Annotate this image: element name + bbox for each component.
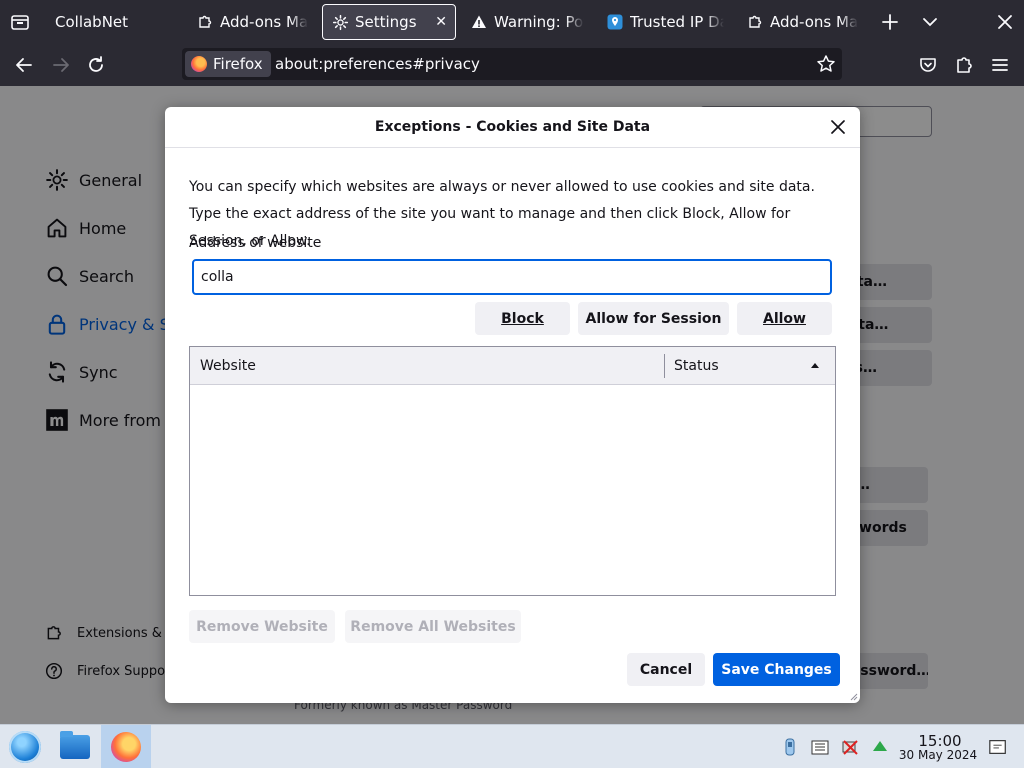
close-tab-icon[interactable]: ✕ xyxy=(435,14,447,30)
allow-button[interactable]: Allow xyxy=(737,302,832,335)
taskbar xyxy=(0,724,1024,768)
network-disconnected-icon[interactable] xyxy=(840,737,860,757)
start-orb-icon[interactable] xyxy=(9,731,41,763)
identity-box[interactable]: Firefox xyxy=(185,51,271,77)
tab-label: Trusted IP Data xyxy=(630,13,724,31)
notification-icon[interactable] xyxy=(988,737,1008,757)
tab-label: Add-ons Manager xyxy=(220,13,308,31)
location-pin-icon xyxy=(606,13,624,31)
hamburger-menu-icon[interactable] xyxy=(990,55,1010,75)
exceptions-table[interactable]: Website Status xyxy=(189,346,836,596)
address-label: Address of website xyxy=(189,235,322,251)
sort-ascending-icon xyxy=(811,363,819,368)
cancel-label: Cancel xyxy=(639,661,693,678)
tab-label: Settings xyxy=(355,13,417,31)
tab-addons-manager-1[interactable]: Add-ons Manager xyxy=(188,4,316,40)
status-column-header[interactable]: Status xyxy=(674,347,719,385)
website-column-header[interactable]: Website xyxy=(200,347,256,385)
tab-settings[interactable]: Settings ✕ xyxy=(322,4,456,40)
file-manager-taskbar-button[interactable] xyxy=(50,725,100,768)
table-header: Website Status xyxy=(190,347,835,385)
update-arrow-icon[interactable] xyxy=(870,737,890,757)
save-changes-button[interactable]: Save Changes xyxy=(713,653,840,686)
tab-list-icon[interactable] xyxy=(10,12,30,32)
folder-icon xyxy=(60,731,90,759)
warning-icon xyxy=(470,13,488,31)
collabnet-label[interactable]: CollabNet xyxy=(55,13,128,31)
clock-date[interactable]: 30 May 2024 xyxy=(893,748,983,762)
back-arrow-icon[interactable] xyxy=(14,55,34,75)
tab-label: Warning: Potential Security Risk Ahead xyxy=(494,13,584,31)
remove-website-button[interactable]: Remove Website xyxy=(189,610,335,643)
resize-grip-icon[interactable] xyxy=(848,691,858,701)
close-window-icon[interactable] xyxy=(995,12,1015,32)
tab-label: Add-ons Manager xyxy=(770,13,858,31)
block-button[interactable]: Block xyxy=(475,302,570,335)
chevron-down-icon[interactable] xyxy=(920,12,940,32)
allow-session-label: Allow for Session xyxy=(585,310,722,327)
usb-device-icon[interactable] xyxy=(780,737,800,757)
pocket-icon[interactable] xyxy=(918,55,938,75)
firefox-icon xyxy=(111,732,141,762)
gear-icon xyxy=(331,13,349,31)
new-tab-plus-icon[interactable] xyxy=(880,12,900,32)
block-label: Block xyxy=(501,310,544,327)
close-icon[interactable] xyxy=(828,117,848,137)
allow-label: Allow xyxy=(763,310,806,327)
website-address-input[interactable] xyxy=(192,259,832,295)
extensions-puzzle-icon[interactable] xyxy=(954,55,974,75)
identity-label: Firefox xyxy=(213,55,263,73)
save-label: Save Changes xyxy=(721,661,832,678)
puzzle-icon xyxy=(746,13,764,31)
remove-all-label: Remove All Websites xyxy=(350,618,516,635)
url-text[interactable]: about:preferences#privacy xyxy=(275,55,480,73)
remove-website-label: Remove Website xyxy=(196,618,328,635)
tab-addons-manager-2[interactable]: Add-ons Manager xyxy=(738,4,866,40)
dialog-title: Exceptions - Cookies and Site Data xyxy=(165,107,860,148)
tab-trusted-ip-data[interactable]: Trusted IP Data xyxy=(598,4,732,40)
column-divider[interactable] xyxy=(664,354,665,378)
cancel-button[interactable]: Cancel xyxy=(627,653,705,686)
remove-all-websites-button[interactable]: Remove All Websites xyxy=(345,610,521,643)
firefox-logo-icon xyxy=(191,56,207,72)
firefox-taskbar-button[interactable] xyxy=(101,725,151,768)
allow-for-session-button[interactable]: Allow for Session xyxy=(578,302,729,335)
tab-strip: CollabNet Add-ons Manager Settings ✕ War… xyxy=(0,0,1024,44)
forward-arrow-icon[interactable] xyxy=(51,55,71,75)
reload-icon[interactable] xyxy=(86,55,106,75)
navigation-toolbar: Firefox about:preferences#privacy xyxy=(0,44,1024,86)
cookie-exceptions-dialog: Exceptions - Cookies and Site Data You c… xyxy=(165,107,860,703)
tab-security-warning[interactable]: Warning: Potential Security Risk Ahead xyxy=(462,4,592,40)
bookmark-star-icon[interactable] xyxy=(816,54,836,74)
keyboard-layout-icon[interactable] xyxy=(810,737,830,757)
url-bar[interactable]: Firefox about:preferences#privacy xyxy=(182,48,842,80)
puzzle-icon xyxy=(196,13,214,31)
